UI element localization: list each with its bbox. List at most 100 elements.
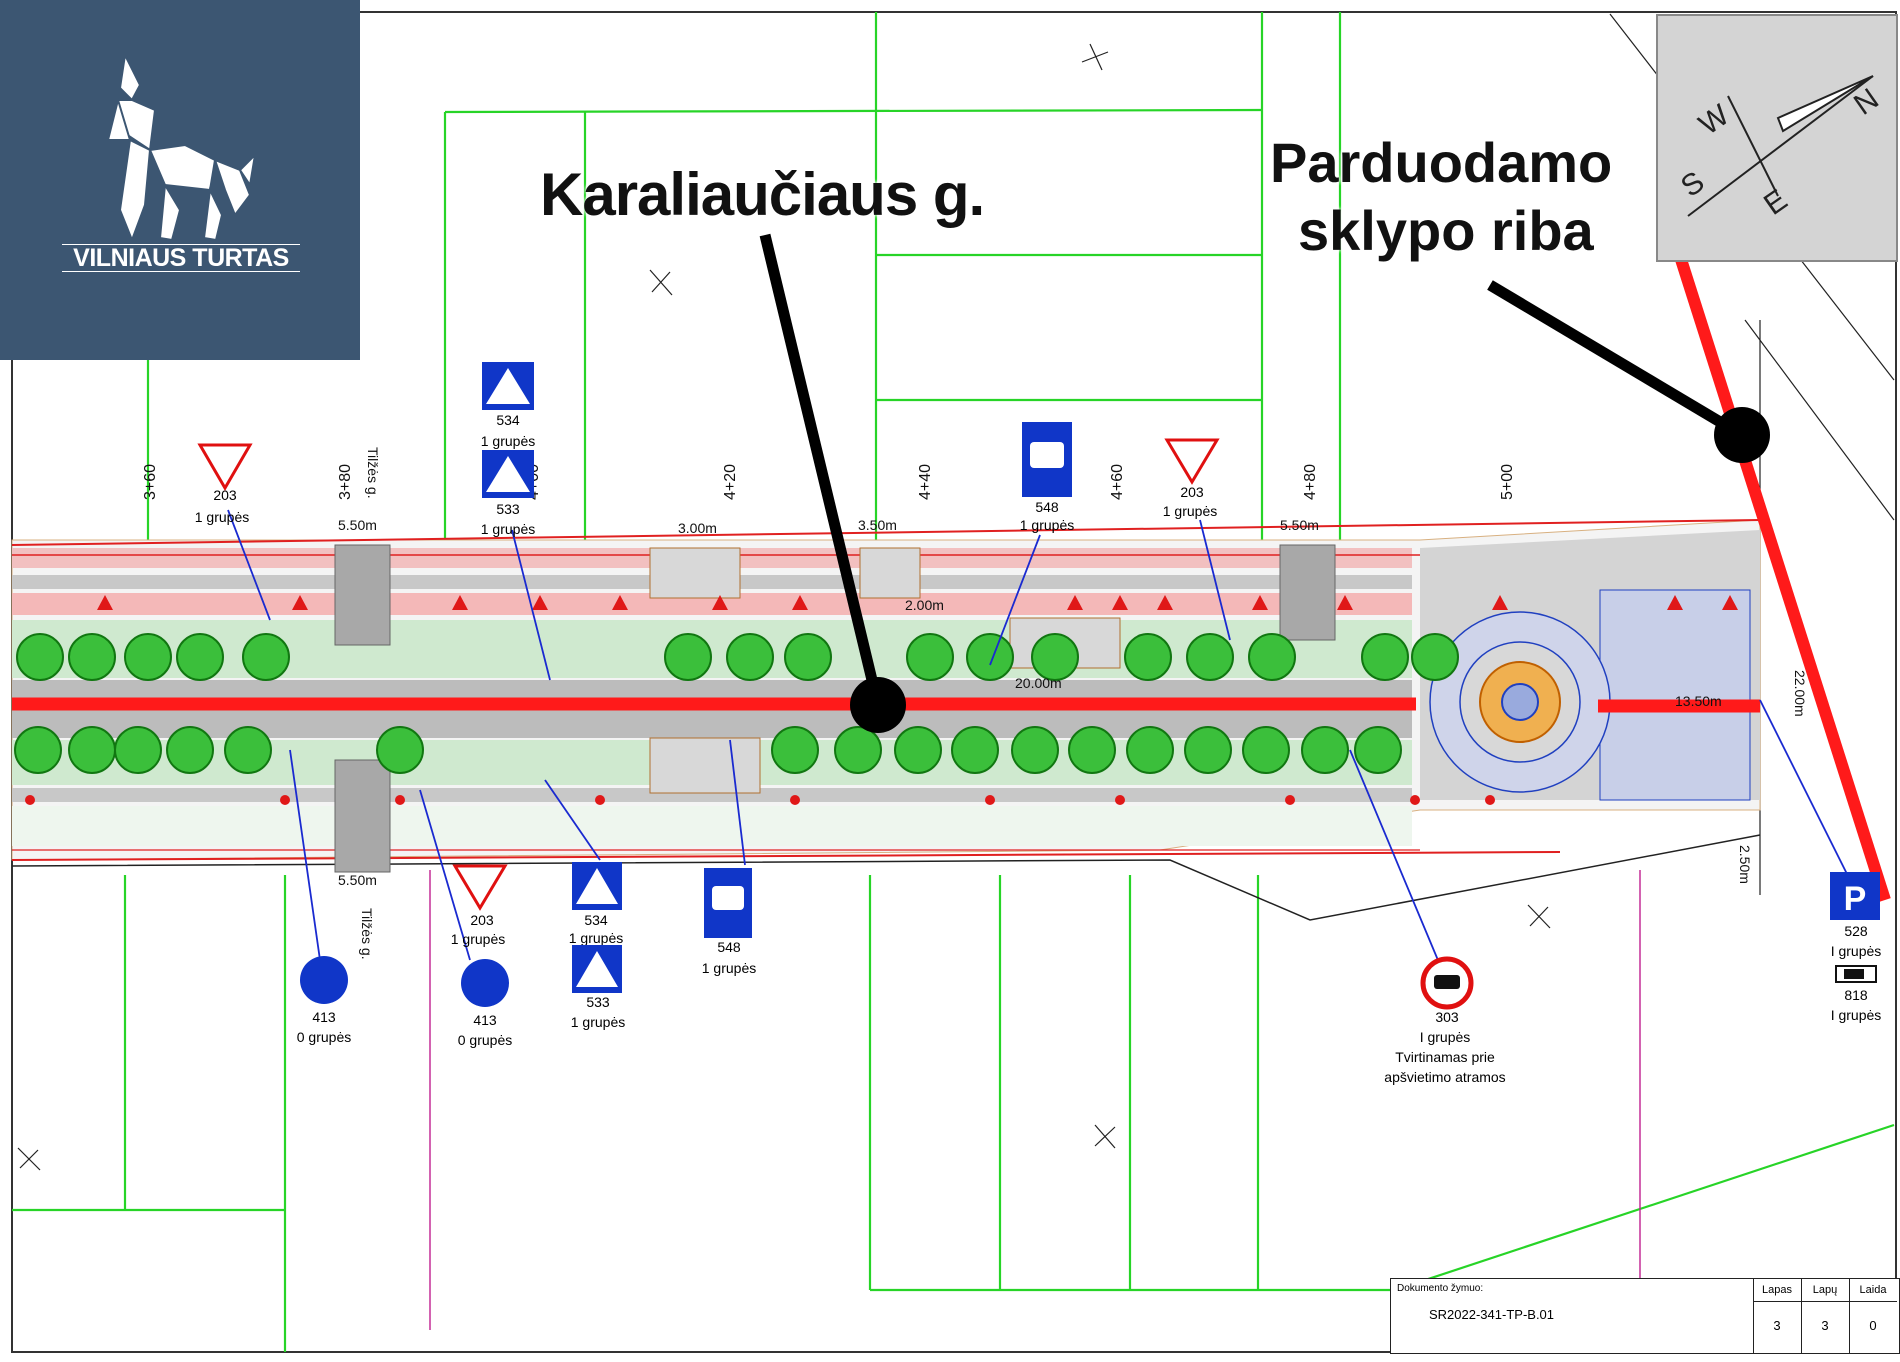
sheets-total-value: 3 xyxy=(1821,1318,1829,1333)
sign-group: I grupės xyxy=(1831,943,1882,959)
cyclist-sign-icon xyxy=(300,956,348,1004)
sign-code: 203 xyxy=(470,912,494,928)
tree-icon xyxy=(1186,633,1234,681)
wolf-logo-icon xyxy=(106,51,257,240)
sign-code: 548 xyxy=(1035,499,1059,515)
sign-group: 1 grupės xyxy=(1163,503,1217,519)
doc-id-label: Dokumento žymuo: xyxy=(1397,1283,1484,1294)
tree-icon xyxy=(1031,633,1079,681)
chainage-label: 4+40 xyxy=(917,464,934,500)
dim-label: 5.50m xyxy=(338,872,377,888)
dim-label: 13.50m xyxy=(1675,693,1722,709)
sign-code: 533 xyxy=(496,501,520,517)
dim-label: 3.50m xyxy=(858,517,897,533)
sign-group: I grupės xyxy=(1831,1007,1882,1023)
marker-icon xyxy=(595,795,605,805)
sheets-total-cell: Lapų 3 xyxy=(1801,1279,1850,1353)
edition-value: 0 xyxy=(1869,1318,1877,1333)
sign-group: 1 grupės xyxy=(1020,517,1074,533)
chainage-label: 4+20 xyxy=(722,464,739,500)
chainage-label: 4+60 xyxy=(1109,464,1126,500)
tree-icon xyxy=(68,633,116,681)
boundary-label-line1: Parduodamo xyxy=(1270,131,1613,194)
tree-icon xyxy=(124,633,172,681)
sign-group: 0 grupės xyxy=(297,1029,351,1045)
sign-code: 818 xyxy=(1844,987,1868,1003)
marker-icon xyxy=(985,795,995,805)
map-canvas: 3+603+804+004+204+404+604+805+00 Tilžės … xyxy=(0,0,1900,1357)
chainage-label: 5+00 xyxy=(1499,464,1516,500)
yield-sign-icon xyxy=(452,864,508,911)
dim-label: 20.00m xyxy=(1015,675,1062,691)
boundary-label-line2: sklypo riba xyxy=(1298,199,1594,262)
tree-icon xyxy=(1248,633,1296,681)
tree-icon xyxy=(16,633,64,681)
sheet-cell: Lapas 3 xyxy=(1753,1279,1802,1353)
sign-note: Tvirtinamas prie xyxy=(1395,1049,1495,1065)
edition-header: Laida xyxy=(1849,1279,1897,1302)
sign-code: 413 xyxy=(312,1009,336,1025)
tree-icon xyxy=(894,726,942,774)
marker-icon xyxy=(280,795,290,805)
edition-cell: Laida 0 xyxy=(1849,1279,1897,1353)
marker-icon xyxy=(1115,795,1125,805)
doc-id-value: SR2022-341-TP-B.01 xyxy=(1429,1307,1555,1322)
tree-icon xyxy=(1124,633,1172,681)
chainage-label: 4+80 xyxy=(1302,464,1319,500)
doc-id-cell: Dokumento žymuo: SR2022-341-TP-B.01 xyxy=(1391,1279,1754,1353)
tree-icon xyxy=(771,726,819,774)
tree-icon xyxy=(376,726,424,774)
sign-group: 1 grupės xyxy=(481,433,535,449)
tree-icon xyxy=(1242,726,1290,774)
compass-rose: N W S E xyxy=(1656,14,1898,262)
tree-icon xyxy=(1411,633,1459,681)
compass-s: S xyxy=(1675,165,1710,204)
tree-icon xyxy=(1068,726,1116,774)
yield-sign-icon xyxy=(197,443,253,491)
chainage-label: 3+80 xyxy=(337,464,354,500)
title-block: Dokumento žymuo: SR2022-341-TP-B.01 Lapa… xyxy=(1390,1278,1900,1354)
sign-group: 0 grupės xyxy=(458,1032,512,1048)
sheets-total-header: Lapų xyxy=(1801,1279,1849,1302)
tree-icon xyxy=(1301,726,1349,774)
tree-icon xyxy=(114,726,162,774)
sign-code: 528 xyxy=(1844,923,1868,939)
dim-label: 5.50m xyxy=(338,517,377,533)
marker-icon xyxy=(1285,795,1295,805)
tree-icon xyxy=(166,726,214,774)
compass-e: E xyxy=(1758,183,1793,222)
vilniaus-turtas-logo: VILNIAUS TURTAS xyxy=(0,0,360,360)
sign-group: 1 grupės xyxy=(195,509,249,525)
sheet-value: 3 xyxy=(1773,1318,1781,1333)
roundabout xyxy=(1429,611,1611,793)
tree-icon xyxy=(951,726,999,774)
sign-code: 548 xyxy=(717,939,741,955)
sign-group: I grupės xyxy=(1420,1029,1471,1045)
sign-code: 534 xyxy=(584,912,608,928)
tree-icon xyxy=(1354,726,1402,774)
sign-code: 203 xyxy=(1180,484,1204,500)
sign-note: apšvietimo atramos xyxy=(1384,1069,1505,1085)
cyclist-sign-icon xyxy=(461,959,509,1007)
sign-group: 1 grupės xyxy=(702,960,756,976)
tree-icon xyxy=(242,633,290,681)
tree-icon xyxy=(906,633,954,681)
sign-code: 534 xyxy=(496,412,520,428)
logo-wordmark: VILNIAUS TURTAS xyxy=(62,244,300,272)
side-street-label-top: Tilžės g. xyxy=(365,447,381,499)
tree-icon xyxy=(726,633,774,681)
tree-icon xyxy=(966,633,1014,681)
marker-icon xyxy=(395,795,405,805)
marker-icon xyxy=(25,795,35,805)
tree-icon xyxy=(224,726,272,774)
tree-icon xyxy=(68,726,116,774)
dim-label: 22.00m xyxy=(1792,670,1808,717)
dim-label: 3.00m xyxy=(678,520,717,536)
dim-label: 2.50m xyxy=(1737,845,1753,884)
tree-icon xyxy=(176,633,224,681)
sign-code: 533 xyxy=(586,994,610,1010)
street-name-label: Karaliaučiaus g. xyxy=(540,161,985,228)
sign-group: 1 grupės xyxy=(451,931,505,947)
sign-code: 303 xyxy=(1435,1009,1459,1025)
side-street-label-bottom: Tilžės g. xyxy=(359,908,375,960)
